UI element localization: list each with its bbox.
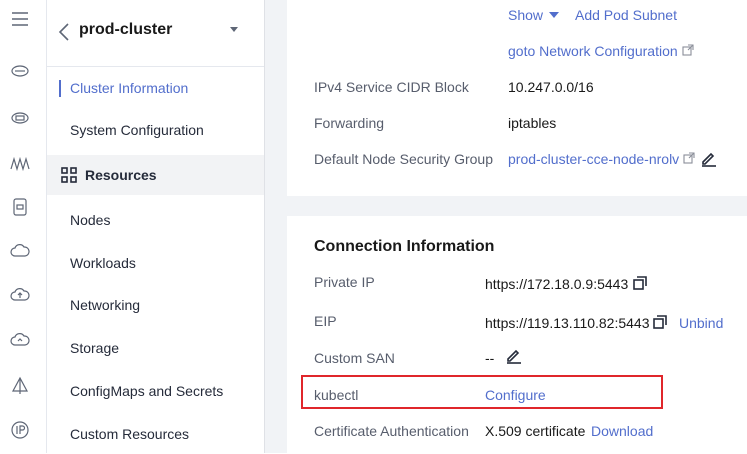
add-pod-subnet-link[interactable]: Add Pod Subnet: [575, 7, 677, 23]
kubectl-highlight-box: [301, 375, 663, 409]
container-icon[interactable]: [9, 196, 31, 218]
eip-value: https://119.13.110.82:5443: [485, 315, 650, 331]
cloud-server-icon[interactable]: [9, 60, 31, 82]
external-link-icon: [683, 151, 695, 167]
cluster-selector[interactable]: prod-cluster: [47, 0, 264, 67]
certificate-auth-label: Certificate Authentication: [314, 423, 469, 439]
cloud-upload-icon[interactable]: [9, 284, 31, 306]
eip-label: EIP: [314, 313, 337, 329]
unbind-link[interactable]: Unbind: [679, 315, 723, 331]
network-wave-icon[interactable]: [9, 153, 31, 175]
sidebar-item-cluster-information[interactable]: Cluster Information: [47, 68, 264, 108]
sidebar-item-custom-resources[interactable]: Custom Resources: [47, 414, 264, 454]
forwarding-label: Forwarding: [314, 115, 385, 131]
edit-custom-san-icon[interactable]: [505, 346, 523, 369]
show-dropdown[interactable]: Show: [508, 7, 560, 23]
sidebar-item-workloads[interactable]: Workloads: [47, 243, 264, 283]
ipv4-cidr-label: IPv4 Service CIDR Block: [314, 79, 469, 95]
cloud-sync-icon[interactable]: [9, 329, 31, 351]
cluster-sidebar: prod-cluster Cluster Information System …: [47, 0, 265, 453]
connection-info-card: Connection Information Private IP https:…: [287, 216, 747, 453]
chevron-down-icon[interactable]: [230, 27, 238, 32]
private-ip-value: https://172.18.0.9:5443: [485, 276, 629, 292]
sidebar-item-storage[interactable]: Storage: [47, 328, 264, 368]
certificate-auth-value: X.509 certificate: [485, 423, 586, 439]
sidebar-group-resources[interactable]: Resources: [47, 155, 264, 195]
cloud-storage-icon[interactable]: [9, 107, 31, 129]
external-link-icon: [681, 43, 694, 59]
triangle-service-icon[interactable]: [9, 375, 31, 397]
main-content: Show Add Pod Subnet goto Network Configu…: [265, 0, 747, 453]
edit-security-group-icon[interactable]: [700, 149, 718, 172]
copy-eip-icon[interactable]: [652, 314, 668, 335]
cloud-icon[interactable]: [9, 240, 31, 262]
service-icon-rail: [0, 0, 47, 453]
sidebar-item-system-configuration[interactable]: System Configuration: [47, 110, 264, 150]
custom-san-label: Custom SAN: [314, 350, 395, 366]
back-arrow-icon[interactable]: [57, 22, 71, 42]
goto-network-configuration-link[interactable]: goto Network Configuration: [508, 43, 694, 59]
security-group-label: Default Node Security Group: [314, 151, 493, 167]
ip-icon[interactable]: [9, 419, 31, 441]
security-group-link[interactable]: prod-cluster-cce-node-nrolv: [508, 151, 695, 167]
ipv4-cidr-value: 10.247.0.0/16: [508, 79, 594, 95]
copy-private-ip-icon[interactable]: [632, 275, 648, 296]
sidebar-item-networking[interactable]: Networking: [47, 285, 264, 325]
private-ip-label: Private IP: [314, 274, 375, 290]
forwarding-value: iptables: [508, 115, 557, 131]
hamburger-menu-icon[interactable]: [9, 8, 31, 30]
network-info-card: Show Add Pod Subnet goto Network Configu…: [287, 0, 747, 196]
custom-san-value: --: [485, 350, 495, 366]
download-certificate-link[interactable]: Download: [591, 423, 653, 439]
grid-icon: [61, 167, 77, 183]
connection-info-title: Connection Information: [314, 238, 495, 255]
sidebar-item-nodes[interactable]: Nodes: [47, 200, 264, 240]
sidebar-item-configmaps-and-secrets[interactable]: ConfigMaps and Secrets: [47, 371, 264, 411]
cluster-name: prod-cluster: [79, 21, 173, 38]
caret-down-icon: [549, 12, 560, 18]
